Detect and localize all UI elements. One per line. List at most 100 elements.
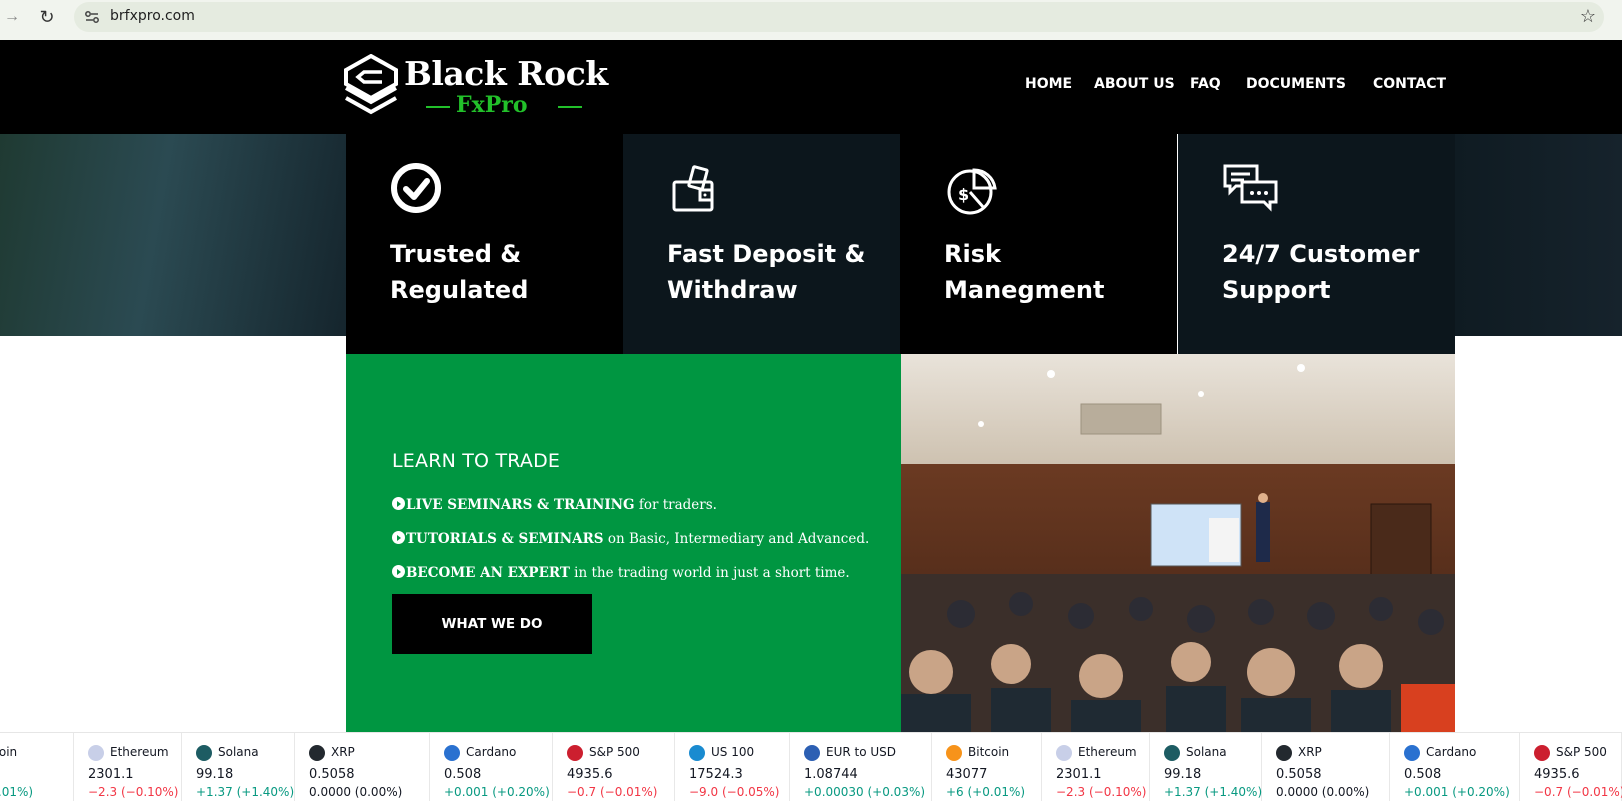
seminar-photo-illustration	[901, 354, 1455, 732]
bullet-item: TUTORIALS & SEMINARS on Basic, Intermedi…	[392, 530, 869, 547]
xrp-icon	[309, 745, 325, 761]
feature-card-support: 24/7 Customer Support	[1178, 134, 1455, 354]
ticker-item[interactable]: S&P 500 4935.6 −0.7 (−0.01%)	[553, 733, 675, 801]
learn-to-trade-section: LEARN TO TRADE LIVE SEMINARS & TRAINING …	[346, 354, 901, 732]
reload-icon[interactable]: ↻	[36, 6, 58, 28]
bullet-text: for traders.	[634, 497, 717, 513]
ticker-item[interactable]: XRP 0.5058 0.0000 (0.00%)	[1262, 733, 1390, 801]
ticker-item[interactable]: Ethereum 2301.1 −2.3 (−0.10%)	[74, 733, 182, 801]
ticker-price: 0.5058	[309, 767, 355, 782]
forward-arrow-icon[interactable]: →	[2, 7, 22, 27]
ticker-name: Cardano	[466, 745, 517, 759]
address-bar[interactable]: brfxpro.com ☆	[74, 2, 1604, 32]
ticker-item[interactable]: Cardano 0.508 +0.001 (+0.20%)	[1390, 733, 1520, 801]
what-we-do-button[interactable]: WHAT WE DO	[392, 594, 592, 654]
ticker-change: −0.7 (−0.01%)	[1534, 785, 1622, 799]
ticker-name: Bitcoin	[968, 745, 1010, 759]
nav-home[interactable]: HOME	[1025, 76, 1072, 92]
nav-faq[interactable]: FAQ	[1190, 76, 1221, 92]
sp500-icon	[567, 745, 583, 761]
ticker-item[interactable]: Ethereum 2301.1 −2.3 (−0.10%)	[1042, 733, 1150, 801]
ticker-change: +0.001 (+0.20%)	[444, 785, 550, 799]
bullet-bold: TUTORIALS & SEMINARS	[406, 531, 604, 547]
ticker-item[interactable]: Bitcoin077+6 (+0.01%)	[0, 733, 74, 801]
ticker-name: S&P 500	[1556, 745, 1607, 759]
ticker-change: +1.37 (+1.40%)	[196, 785, 295, 799]
logo-sub: FxPro	[456, 92, 528, 118]
cardano-icon	[444, 745, 460, 761]
logo-name: Black Rock	[404, 54, 608, 93]
ticker-name: Solana	[1186, 745, 1227, 759]
wallet-icon	[672, 165, 714, 212]
nav-documents[interactable]: DOCUMENTS	[1246, 76, 1346, 92]
bitcoin-icon	[946, 745, 962, 761]
ticker-name: S&P 500	[589, 745, 640, 759]
play-bullet-icon	[392, 531, 405, 544]
url-text[interactable]: brfxpro.com	[110, 8, 195, 24]
ticker-name: Ethereum	[110, 745, 169, 759]
bullet-bold: LIVE SEMINARS & TRAINING	[406, 497, 635, 513]
ticker-price: 99.18	[1164, 767, 1202, 782]
logo-line-left	[426, 106, 450, 108]
feature-title: Fast Deposit & Withdraw	[667, 240, 866, 304]
hero-background-left	[0, 134, 346, 336]
ticker-name: Cardano	[1426, 745, 1477, 759]
ticker-change: −9.0 (−0.05%)	[689, 785, 780, 799]
ticker-price: 4935.6	[1534, 767, 1580, 782]
ticker-item[interactable]: Solana 99.18 +1.37 (+1.40%)	[1150, 733, 1262, 801]
ticker-name: EUR to USD	[826, 745, 897, 759]
ticker-name: XRP	[331, 745, 355, 759]
browser-toolbar: → ↻ brfxpro.com ☆	[0, 0, 1622, 40]
ethereum-icon	[1056, 745, 1072, 761]
site-logo[interactable]: Black Rock FxPro	[344, 54, 608, 118]
feature-title: 24/7 Customer Support	[1222, 240, 1420, 304]
chevron-down-icon[interactable]: ⌄	[1337, 78, 1346, 91]
hero-background-right	[1455, 134, 1622, 336]
learn-title: LEARN TO TRADE	[392, 450, 561, 472]
ticker-item[interactable]: Bitcoin 43077 +6 (+0.01%)	[932, 733, 1042, 801]
ticker-price: 0.508	[444, 767, 482, 782]
ticker-name: Solana	[218, 745, 259, 759]
ticker-change: −2.3 (−0.10%)	[1056, 785, 1147, 799]
logo-line-right	[558, 106, 582, 108]
ticker-price: 0.5058	[1276, 767, 1322, 782]
bullet-bold: BECOME AN EXPERT	[406, 565, 570, 581]
ticker-price: 2301.1	[88, 767, 134, 782]
ticker-price: 0.508	[1404, 767, 1442, 782]
feature-card-deposit: Fast Deposit & Withdraw	[623, 134, 900, 354]
bullet-item: BECOME AN EXPERT in the trading world in…	[392, 564, 850, 581]
bullet-text: on Basic, Intermediary and Advanced.	[603, 531, 870, 547]
feature-title: Risk Manegment	[944, 240, 1105, 304]
ticker-item[interactable]: US 100 17524.3 −9.0 (−0.05%)	[675, 733, 790, 801]
site-info-icon[interactable]	[84, 9, 100, 25]
nav-about-us[interactable]: ABOUT US	[1094, 76, 1175, 92]
ticker-item[interactable]: S&P 500 4935.6 −0.7 (−0.01%)	[1520, 733, 1622, 801]
solana-icon	[1164, 745, 1180, 761]
ticker-tape[interactable]: Bitcoin077+6 (+0.01%) Ethereum 2301.1 −2.3 …	[0, 732, 1622, 801]
ticker-change: 0.0000 (0.00%)	[1276, 785, 1370, 799]
play-bullet-icon	[392, 565, 405, 578]
ticker-item[interactable]: Solana 99.18 +1.37 (+1.40%)	[182, 733, 295, 801]
ticker-item[interactable]: XRP 0.5058 0.0000 (0.00%)	[295, 733, 430, 801]
ticker-change: +6 (+0.01%)	[0, 785, 34, 799]
chat-bubbles-icon	[1223, 164, 1278, 212]
seminar-photo	[901, 354, 1455, 732]
pie-chart-dollar-icon: $	[947, 168, 997, 215]
feature-title: Trusted & Regulated	[390, 240, 529, 304]
ticker-price: 1.08744	[804, 767, 858, 782]
ticker-change: −0.7 (−0.01%)	[567, 785, 658, 799]
feature-card-trusted: Trusted & Regulated	[346, 134, 623, 354]
sp500-icon	[1534, 745, 1550, 761]
ticker-item[interactable]: EUR to USD 1.08744 +0.00030 (+0.03%)	[790, 733, 932, 801]
xrp-icon	[1276, 745, 1292, 761]
ticker-change: +0.001 (+0.20%)	[1404, 785, 1510, 799]
ticker-change: −2.3 (−0.10%)	[88, 785, 179, 799]
bookmark-star-icon[interactable]: ☆	[1580, 6, 1596, 27]
nav-contact[interactable]: CONTACT	[1373, 76, 1446, 92]
ticker-price: 43077	[946, 767, 988, 782]
ethereum-icon	[88, 745, 104, 761]
ticker-item[interactable]: Cardano 0.508 +0.001 (+0.20%)	[430, 733, 553, 801]
ticker-price: 99.18	[196, 767, 234, 782]
logo-mark-icon	[344, 54, 398, 115]
ticker-name: Ethereum	[1078, 745, 1137, 759]
